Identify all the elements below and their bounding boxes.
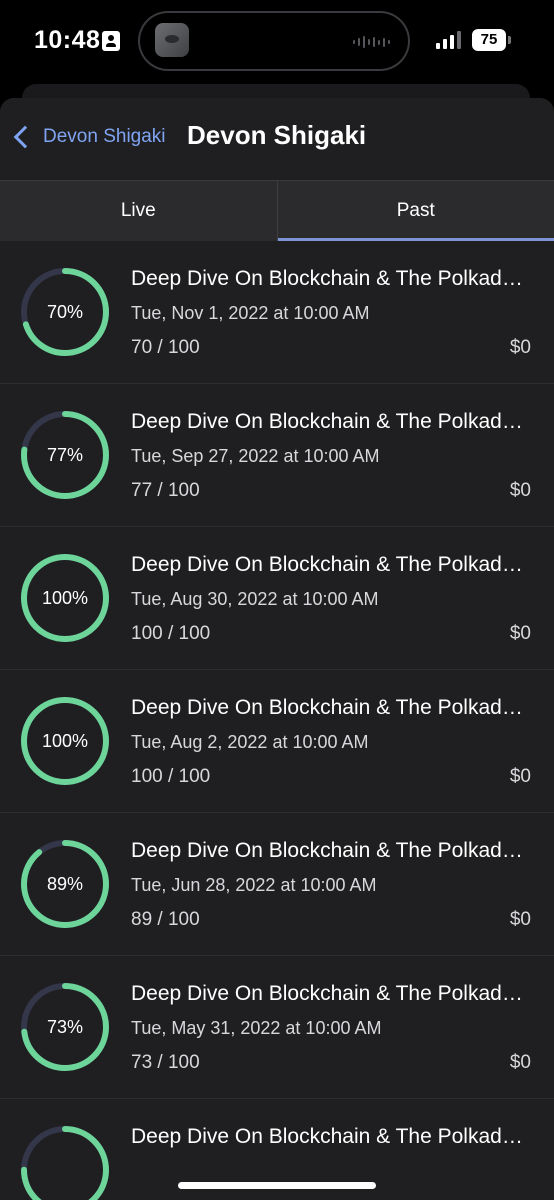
tab-live-label: Live <box>120 200 156 221</box>
attendance-percent: 70% <box>46 301 84 322</box>
attendance-count: 73 / 100 <box>131 1052 200 1073</box>
event-price: $0 <box>509 480 531 501</box>
event-date: Tue, Aug 30, 2022 at 10:00 AM <box>131 589 379 609</box>
attendance-percent: 100% <box>41 730 89 751</box>
event-price: $0 <box>509 1052 531 1073</box>
navigation-bar: Devon Shigaki Devon Shigaki <box>0 98 554 180</box>
event-date: Tue, Aug 2, 2022 at 10:00 AM <box>131 732 369 752</box>
event-price: $0 <box>509 623 531 644</box>
event-date: Tue, Jun 28, 2022 at 10:00 AM <box>131 875 377 895</box>
attendance-count: 77 / 100 <box>131 480 200 501</box>
dynamic-island[interactable] <box>140 13 408 69</box>
tab-live[interactable]: Live <box>0 181 277 241</box>
status-time: 10:48 <box>34 26 101 54</box>
event-price: $0 <box>509 337 531 358</box>
attendance-percent <box>21 1126 109 1200</box>
event-list: 70% Deep Dive On Blockchain & The Polkado… <box>0 241 554 1200</box>
event-title: Deep Dive On Blockchain & The Polkadot E… <box>131 553 531 576</box>
event-row[interactable]: 89% Deep Dive On Blockchain & The Polkado… <box>0 813 554 956</box>
event-title: Deep Dive On Blockchain & The Polkadot E… <box>131 696 531 719</box>
focus-person-icon <box>102 31 120 51</box>
event-row[interactable]: 73% Deep Dive On Blockchain & The Polkado… <box>0 956 554 1099</box>
attendance-progress-ring: 100% <box>21 697 109 785</box>
attendance-progress-ring <box>21 1126 109 1200</box>
now-playing-artwork-icon <box>155 23 189 57</box>
event-date: Tue, Sep 27, 2022 at 10:00 AM <box>131 446 380 466</box>
event-date: Tue, Nov 1, 2022 at 10:00 AM <box>131 303 370 323</box>
event-price: $0 <box>509 766 531 787</box>
attendance-progress-ring: 73% <box>21 983 109 1071</box>
attendance-count: 100 / 100 <box>131 766 211 787</box>
audio-waveform-icon <box>353 35 390 49</box>
attendance-progress-ring: 89% <box>21 840 109 928</box>
attendance-progress-ring: 77% <box>21 411 109 499</box>
home-indicator[interactable] <box>178 1182 376 1189</box>
cellular-signal-icon <box>436 31 462 49</box>
attendance-count: 100 / 100 <box>131 623 211 644</box>
back-button[interactable]: Devon Shigaki <box>12 122 166 152</box>
attendance-percent: 100% <box>41 587 89 608</box>
event-row[interactable]: 77% Deep Dive On Blockchain & The Polkado… <box>0 384 554 527</box>
event-title: Deep Dive On Blockchain & The Polkadot E… <box>131 1125 531 1148</box>
page-title: Devon Shigaki <box>187 120 367 150</box>
event-row[interactable]: 70% Deep Dive On Blockchain & The Polkado… <box>0 241 554 384</box>
event-title: Deep Dive On Blockchain & The Polkadot E… <box>131 410 531 433</box>
attendance-progress-ring: 100% <box>21 554 109 642</box>
status-bar: 10:48 75 <box>0 0 554 84</box>
attendance-percent: 77% <box>46 444 84 465</box>
event-row[interactable]: 100% Deep Dive On Blockchain & The Polkad… <box>0 670 554 813</box>
event-title: Deep Dive On Blockchain & The Polkadot E… <box>131 982 531 1005</box>
event-date: Tue, May 31, 2022 at 10:00 AM <box>131 1018 382 1038</box>
battery-icon: 75 <box>472 29 506 51</box>
back-button-label: Devon Shigaki <box>43 126 166 147</box>
attendance-percent: 89% <box>46 873 84 894</box>
event-price: $0 <box>509 909 531 930</box>
event-title: Deep Dive On Blockchain & The Polkadot E… <box>131 839 531 862</box>
segmented-tabs: Live Past <box>0 180 554 241</box>
event-row[interactable]: 100% Deep Dive On Blockchain & The Polkad… <box>0 527 554 670</box>
attendance-progress-ring: 70% <box>21 268 109 356</box>
attendance-count: 89 / 100 <box>131 909 200 930</box>
tab-past-label: Past <box>396 200 435 221</box>
chevron-left-icon <box>13 125 37 149</box>
battery-tip <box>508 36 511 44</box>
attendance-count: 70 / 100 <box>131 337 200 358</box>
attendance-percent: 73% <box>46 1016 84 1037</box>
sheet: Devon Shigaki Devon Shigaki Live Past 70… <box>0 98 554 1200</box>
tab-past[interactable]: Past <box>276 181 554 241</box>
event-title: Deep Dive On Blockchain & The Polkadot E… <box>131 267 531 290</box>
